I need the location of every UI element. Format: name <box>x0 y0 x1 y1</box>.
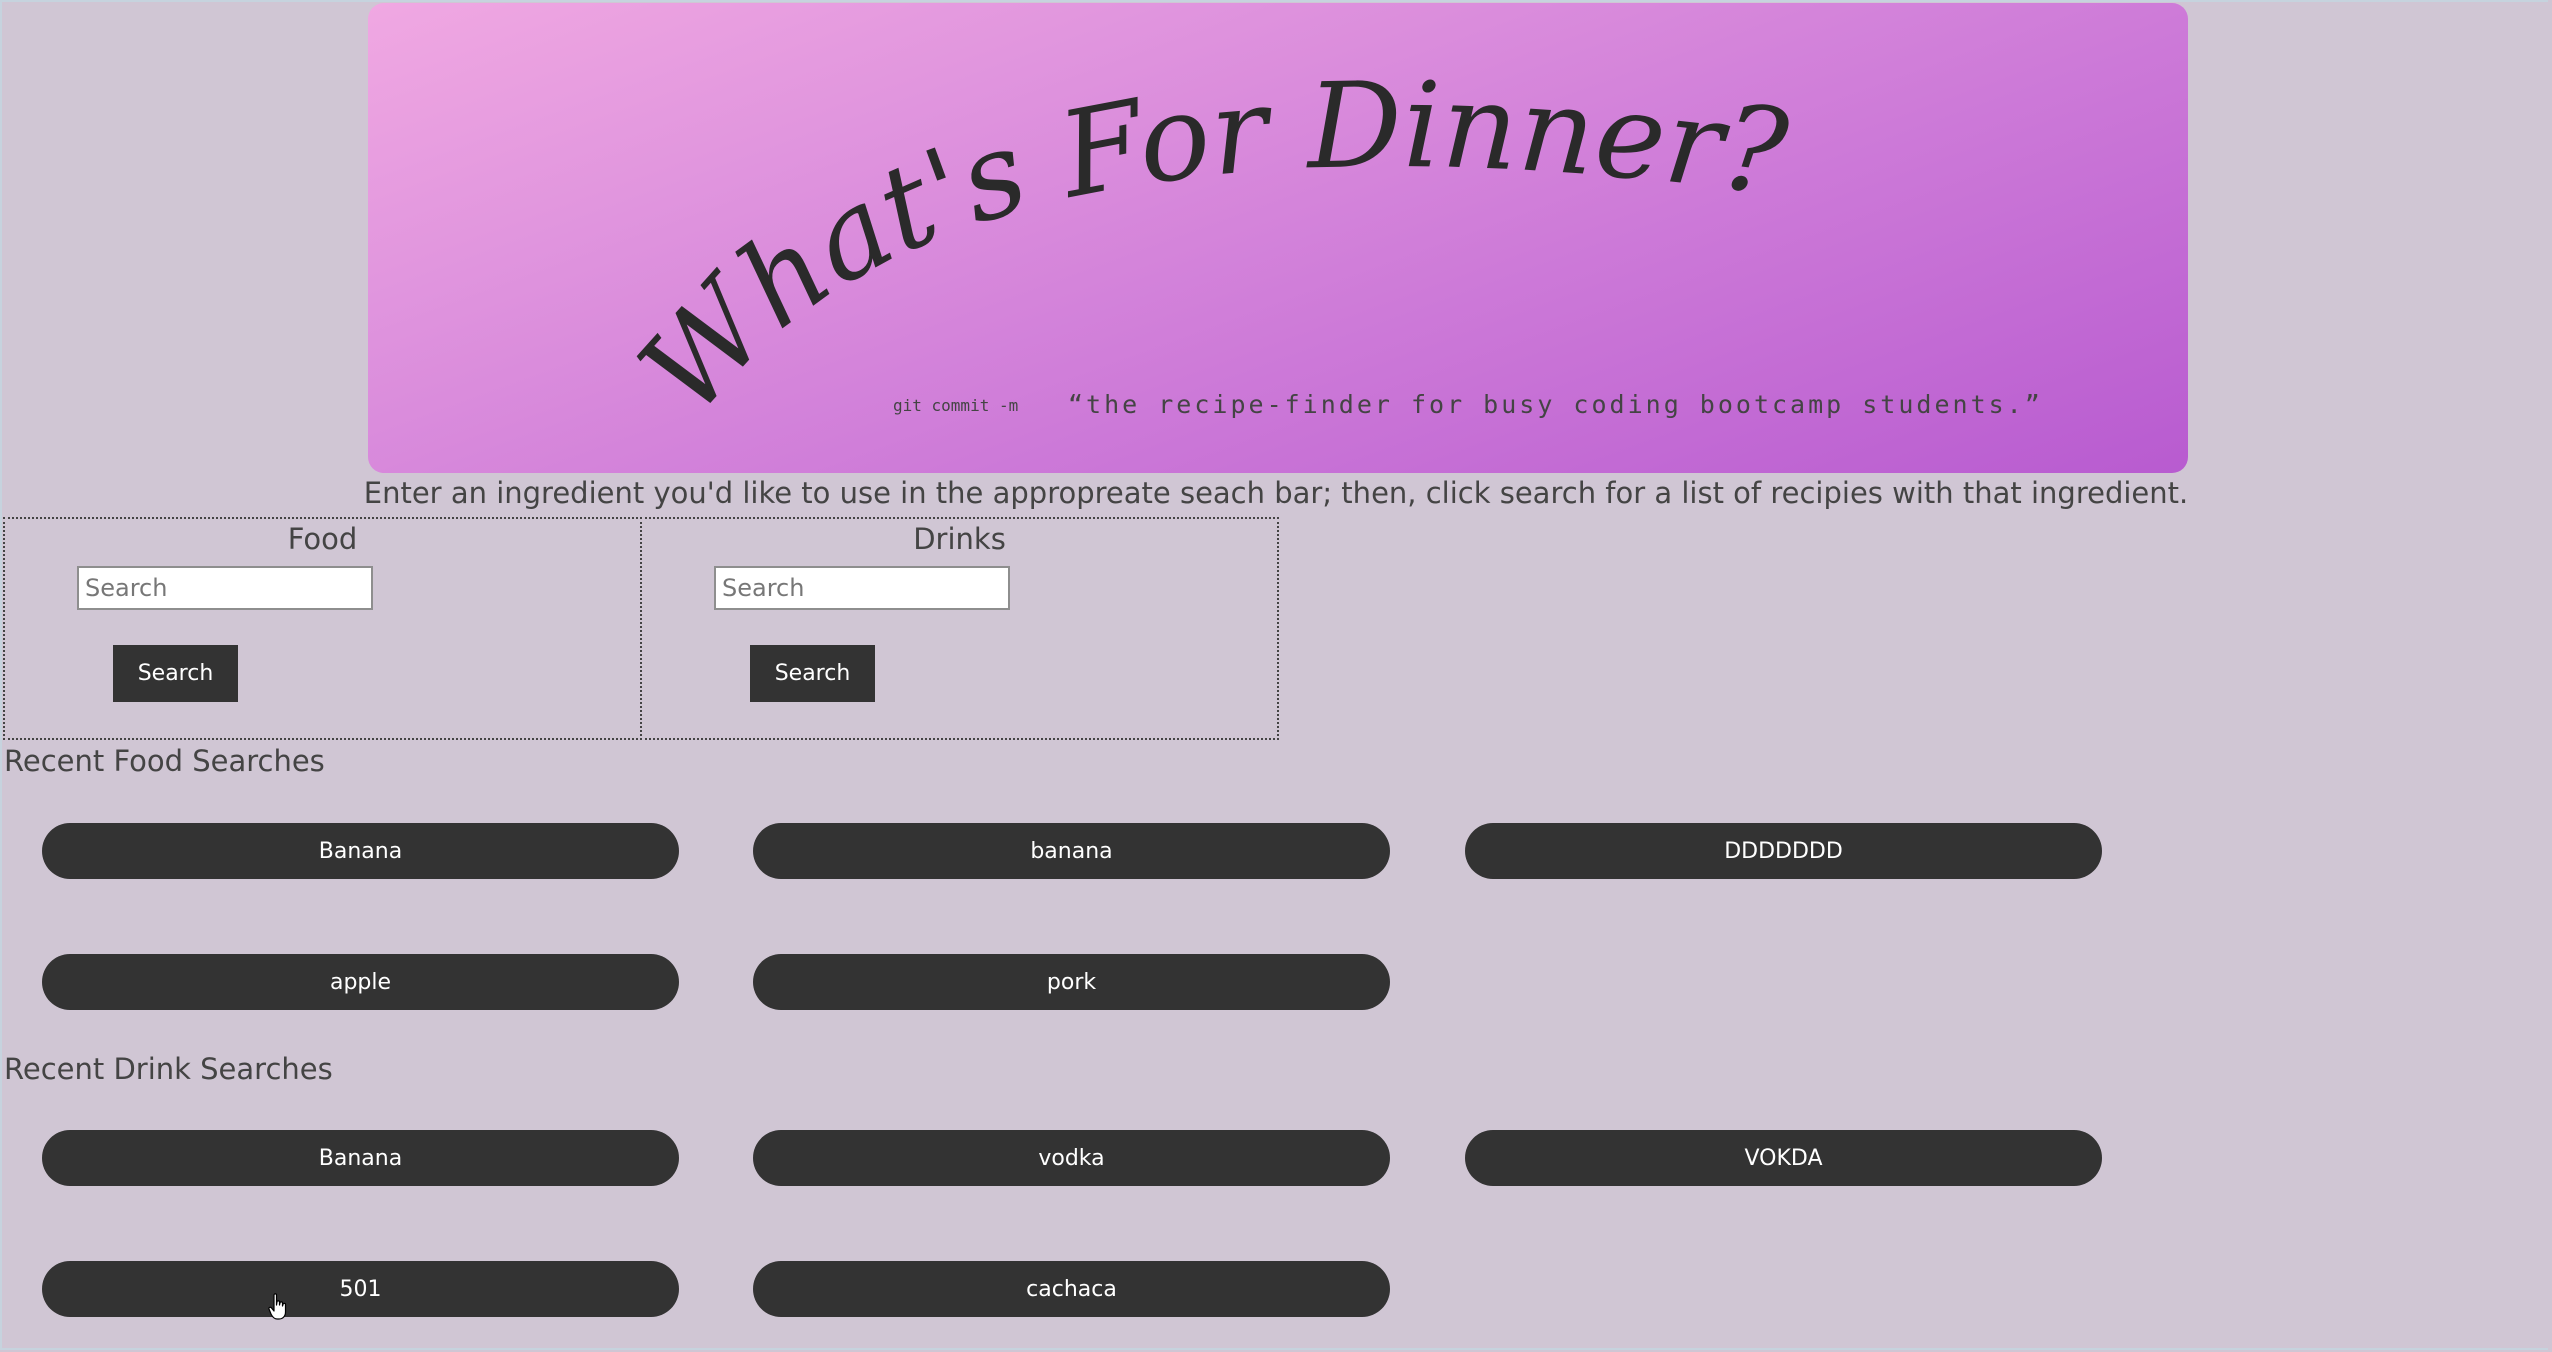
recent-food-item[interactable]: DDDDDDD <box>1465 823 2102 879</box>
recent-food-item[interactable]: banana <box>753 823 1390 879</box>
drinks-panel-title: Drinks <box>913 522 1006 556</box>
hero-banner: What's For Dinner? git commit -m “the re… <box>368 3 2188 473</box>
recent-food-heading: Recent Food Searches <box>4 744 325 778</box>
recent-food-item[interactable]: apple <box>42 954 679 1010</box>
food-search-input[interactable] <box>77 566 373 610</box>
food-search-panel: Food Search <box>3 517 642 740</box>
banner-tagline: “the recipe-finder for busy coding bootc… <box>1068 390 2043 419</box>
banner-artwork: What's For Dinner? git commit -m “the re… <box>613 56 2043 439</box>
recent-drink-item[interactable]: vodka <box>753 1130 1390 1186</box>
drinks-search-panel: Drinks Search <box>640 517 1279 740</box>
recent-drink-item[interactable]: cachaca <box>753 1261 1390 1317</box>
drinks-search-button[interactable]: Search <box>750 645 875 702</box>
drinks-search-input[interactable] <box>714 566 1010 610</box>
recent-drinks-heading: Recent Drink Searches <box>4 1052 333 1086</box>
recent-food-item[interactable]: Banana <box>42 823 679 879</box>
banner-tagline-prefix: git commit -m <box>893 396 1018 415</box>
hand-pointer-cursor-icon <box>268 1293 287 1320</box>
recent-drink-item[interactable]: VOKDA <box>1465 1130 2102 1186</box>
food-panel-title: Food <box>287 522 358 556</box>
food-search-button[interactable]: Search <box>113 645 238 702</box>
recent-food-item[interactable]: pork <box>753 954 1390 1010</box>
recent-drink-item[interactable]: 501 <box>42 1261 679 1317</box>
banner-title: What's For Dinner? <box>613 56 1795 439</box>
instructions-text: Enter an ingredient you'd like to use in… <box>363 476 2189 510</box>
recent-drink-item[interactable]: Banana <box>42 1130 679 1186</box>
